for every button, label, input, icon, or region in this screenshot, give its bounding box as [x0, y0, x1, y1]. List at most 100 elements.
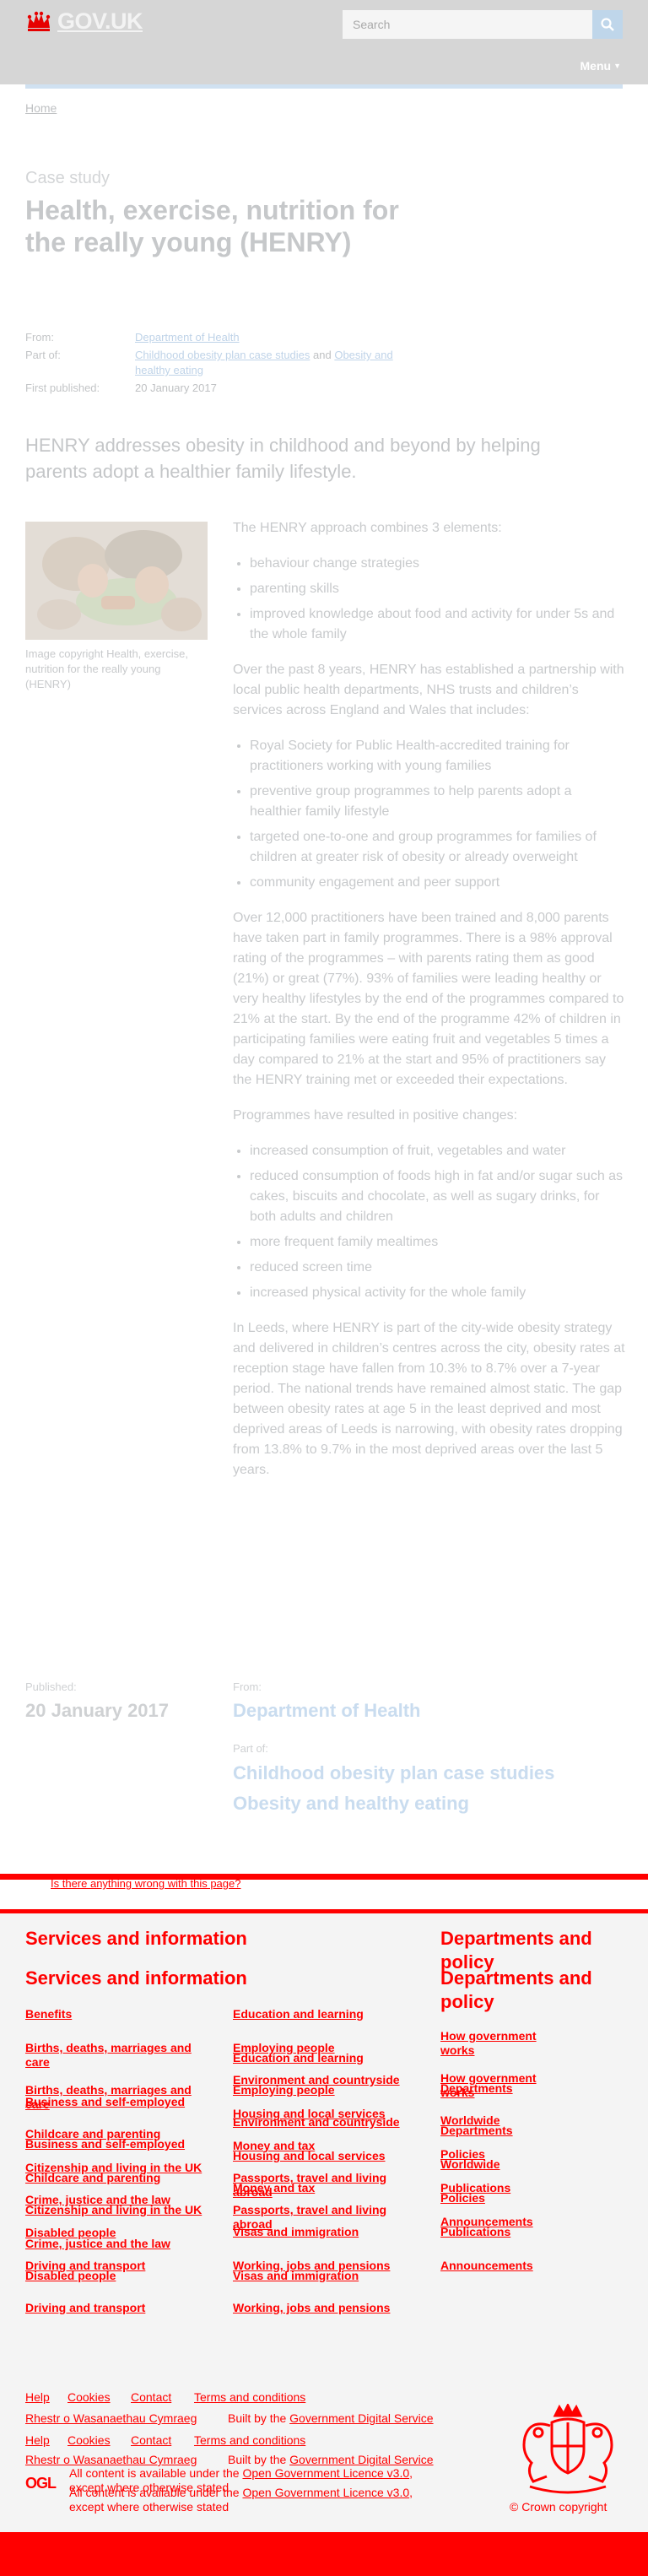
crown-copyright-text: © Crown copyright [510, 2500, 608, 2514]
royal-coat-of-arms-icon [522, 2404, 613, 2494]
from-label: From: [233, 1680, 262, 1693]
footer-link-business[interactable]: Business and self-employed [25, 2095, 211, 2109]
footer-link-childcare-duplicate[interactable]: Childcare and parenting [25, 2171, 211, 2185]
meta-from-row: From: Department of Health [25, 330, 422, 345]
footer-link-departments-duplicate[interactable]: Departments [440, 2124, 513, 2138]
footer-link-business-duplicate[interactable]: Business and self-employed [25, 2137, 211, 2151]
footer-link-disabled-duplicate[interactable]: Disabled people [25, 2269, 211, 2283]
footer-link-education-duplicate[interactable]: Education and learning [233, 2051, 418, 2065]
footer-contact-link-duplicate[interactable]: Contact [131, 2433, 171, 2448]
page-title: Health, exercise, nutrition for the real… [25, 195, 399, 257]
list-item: Royal Society for Public Health-accredit… [250, 736, 626, 777]
built-by-text-duplicate: Built by the Government Digital Service [228, 2453, 434, 2467]
footer-link-money-duplicate[interactable]: Money and tax [233, 2181, 418, 2195]
footer-contact-link[interactable]: Contact [131, 2390, 171, 2405]
footer-terms-link[interactable]: Terms and conditions [194, 2390, 305, 2405]
search-button[interactable] [592, 10, 623, 39]
licence-prefix: All content is available under the [69, 2466, 243, 2480]
body-paragraph: Over 12,000 practitioners have been trai… [233, 911, 624, 1087]
footer-welsh-link-duplicate[interactable]: Rhestr o Wasanaethau Cymraeg [25, 2453, 197, 2467]
footer-link-benefits[interactable]: Benefits [25, 2007, 72, 2021]
meta-partof-label: Part of: [25, 349, 61, 361]
built-by-text: Built by the Government Digital Service [228, 2411, 434, 2426]
body-paragraph: In Leeds, where HENRY is part of the cit… [233, 1321, 625, 1477]
footer-link-departments[interactable]: Departments [440, 2081, 513, 2096]
meta-published-value: 20 January 2017 [135, 382, 217, 394]
body-paragraph: The HENRY approach combines 3 elements: [233, 521, 502, 535]
partof-link-1[interactable]: Childhood obesity plan case studies [233, 1762, 554, 1785]
footer-link-how-government-works[interactable]: How government works [440, 2029, 559, 2058]
footer-link-citizenship-duplicate[interactable]: Citizenship and living in the UK [25, 2203, 219, 2217]
body-content: The HENRY approach combines 3 elements: … [233, 518, 626, 1496]
footer-link-environment-duplicate[interactable]: Environment and countryside [233, 2115, 418, 2130]
list-item: increased physical activity for the whol… [250, 1283, 626, 1303]
built-by-prefix: Built by the [228, 2453, 290, 2466]
footer-terms-link-duplicate[interactable]: Terms and conditions [194, 2433, 305, 2448]
govuk-home-link[interactable]: GOV.UK [25, 8, 143, 35]
list-item: reduced screen time [250, 1258, 626, 1278]
search-input[interactable] [343, 10, 608, 39]
footer-link-births[interactable]: Births, deaths, marriages and care [25, 2041, 211, 2070]
meta-partof-row: Part of: Childhood obesity plan case stu… [25, 348, 422, 378]
footer-bottom-bar [0, 2532, 648, 2576]
footer-link-housing-duplicate[interactable]: Housing and local services [233, 2149, 418, 2163]
from-organisation-link[interactable]: Department of Health [233, 1700, 554, 1722]
footer-link-announcements-duplicate[interactable]: Announcements [440, 2259, 533, 2273]
footer-cookies-link[interactable]: Cookies [68, 2390, 111, 2405]
footer-link-visas-duplicate[interactable]: Visas and immigration [233, 2269, 418, 2283]
footer-link-education[interactable]: Education and learning [233, 2007, 418, 2021]
list-item: more frequent family mealtimes [250, 1232, 626, 1253]
menu-toggle[interactable]: Menu ▼ [580, 59, 621, 73]
licence-text-duplicate: All content is available under the Open … [69, 2486, 440, 2514]
search-icon [601, 18, 614, 31]
footer-cookies-link-duplicate[interactable]: Cookies [68, 2433, 111, 2448]
footer-link-policies-duplicate[interactable]: Policies [440, 2191, 485, 2205]
footer-link-driving-duplicate[interactable]: Driving and transport [25, 2301, 211, 2315]
metadata: From: Department of Health Part of: Chil… [25, 330, 422, 398]
partof-link-2[interactable]: Obesity and healthy eating [233, 1792, 554, 1816]
meta-partof-and: and [310, 349, 335, 361]
meta-partof-link-1[interactable]: Childhood obesity plan case studies [135, 349, 310, 361]
site-header: GOV.UK Menu▼ [0, 0, 648, 89]
footer-help-link-duplicate[interactable]: Help [25, 2433, 50, 2448]
gds-link[interactable]: Government Digital Service [289, 2411, 433, 2425]
header-accent-bar [25, 84, 623, 89]
footer-link-working-duplicate[interactable]: Working, jobs and pensions [233, 2301, 418, 2315]
published-metadata: Published: 20 January 2017 From: Departm… [25, 1680, 623, 1814]
bullet-list-elements: behaviour change strategies parenting sk… [233, 554, 626, 645]
footer-help-link[interactable]: Help [25, 2390, 50, 2405]
list-item: increased consumption of fruit, vegetabl… [250, 1141, 626, 1161]
licence-link-duplicate[interactable]: Open Government Licence v3.0 [242, 2486, 409, 2499]
departments-heading-duplicate: Departments and policy [440, 1967, 592, 2012]
meta-published-row: First published: 20 January 2017 [25, 381, 422, 396]
partof-label: Part of: [233, 1742, 268, 1755]
licence-link[interactable]: Open Government Licence v3.0 [242, 2466, 409, 2480]
caret-down-icon: ▼ [613, 62, 621, 70]
children-eating-photo [25, 522, 208, 640]
services-heading-duplicate: Services and information [25, 1967, 247, 1989]
body-paragraph: Over the past 8 years, HENRY has establi… [233, 663, 624, 717]
from-partof-column: From: Department of Health Part of: Chil… [233, 1680, 554, 1816]
footer-link-worldwide-duplicate[interactable]: Worldwide [440, 2157, 500, 2172]
footer-link-crime-duplicate[interactable]: Crime, justice and the law [25, 2237, 211, 2251]
footer-welsh-link[interactable]: Rhestr o Wasanaethau Cymraeg [25, 2411, 197, 2426]
list-item: community engagement and peer support [250, 873, 626, 893]
footer-link-visas[interactable]: Visas and immigration [233, 2225, 418, 2239]
meta-published-label: First published: [25, 382, 100, 394]
footer-link-publications-duplicate[interactable]: Publications [440, 2225, 510, 2239]
breadcrumb-home-link[interactable]: Home [25, 101, 57, 115]
list-item: reduced consumption of foods high in fat… [250, 1166, 626, 1227]
bullet-list-changes: increased consumption of fruit, vegetabl… [233, 1141, 626, 1303]
services-heading: Services and information [25, 1928, 247, 1949]
lead-paragraph: HENRY addresses obesity in childhood and… [25, 435, 541, 482]
ogl-logo: OGL [25, 2475, 57, 2492]
gds-link-duplicate[interactable]: Government Digital Service [289, 2453, 433, 2466]
footer-link-employing-duplicate[interactable]: Employing people [233, 2083, 418, 2097]
case-study-figure: Image copyright Health, exercise, nutrit… [25, 522, 208, 692]
bullet-list-partnership: Royal Society for Public Health-accredit… [233, 736, 626, 893]
report-problem-link[interactable]: Is there anything wrong with this page? [51, 1877, 240, 1890]
crown-icon [25, 11, 52, 33]
breadcrumb: Home [25, 101, 57, 115]
list-item: targeted one-to-one and group programmes… [250, 827, 626, 868]
meta-from-link[interactable]: Department of Health [135, 331, 240, 344]
